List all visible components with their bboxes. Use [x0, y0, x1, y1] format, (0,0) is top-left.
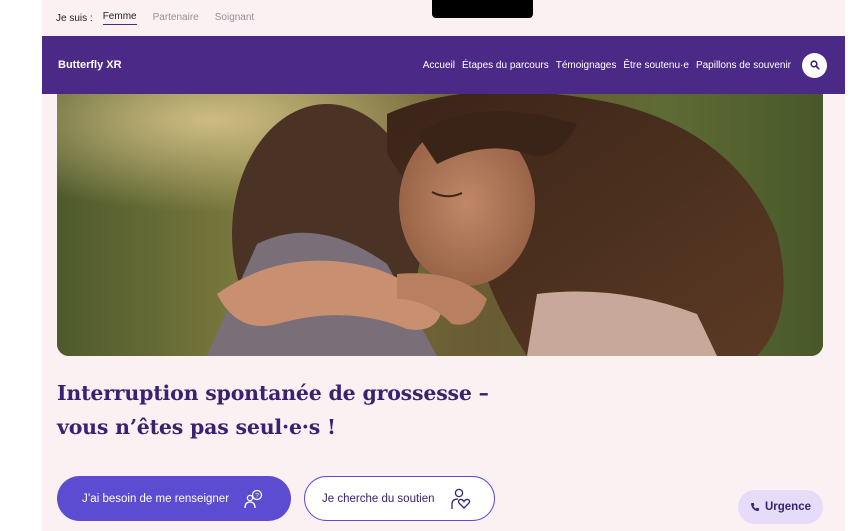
nav-item-temoignages[interactable]: Témoignages — [556, 60, 617, 71]
brand-logo[interactable]: Butterfly XR — [58, 59, 122, 71]
search-button[interactable] — [802, 52, 827, 78]
support-button[interactable]: Je cherche du soutien — [304, 476, 495, 521]
support-button-label: Je cherche du soutien — [322, 492, 435, 505]
hero-photo — [57, 94, 823, 356]
hero-image — [57, 94, 823, 356]
camera-notch — [432, 0, 533, 18]
inform-button-label: J’ai besoin de me renseigner — [82, 492, 230, 505]
inform-button[interactable]: J’ai besoin de me renseigner ? — [57, 476, 291, 521]
nav-menu: Accueil Étapes du parcours Témoignages Ê… — [416, 52, 827, 78]
persona-label: Je suis : — [56, 12, 93, 24]
nav-item-etapes[interactable]: Étapes du parcours — [462, 60, 549, 71]
main-nav: Butterfly XR Accueil Étapes du parcours … — [42, 36, 845, 94]
question-people-icon: ? — [243, 489, 265, 509]
page-title: Interruption spontanée de grossesse – vo… — [57, 376, 617, 444]
page: Je suis : Femme Partenaire Soignant Butt… — [42, 0, 845, 531]
search-icon — [809, 60, 820, 70]
title-line-1: Interruption spontanée de grossesse – — [57, 381, 489, 405]
nav-item-soutien[interactable]: Être soutenu·e — [623, 60, 689, 71]
urgent-button[interactable]: Urgence — [738, 490, 823, 524]
nav-item-accueil[interactable]: Accueil — [423, 60, 455, 71]
phone-icon — [750, 502, 760, 512]
title-line-2: vous n’êtes pas seul·e·s ! — [57, 415, 336, 439]
persona-partenaire[interactable]: Partenaire — [153, 12, 199, 25]
urgent-button-label: Urgence — [764, 501, 812, 513]
svg-text:?: ? — [255, 492, 259, 499]
persona-femme[interactable]: Femme — [102, 11, 137, 25]
heart-person-icon — [449, 488, 473, 510]
persona-soignant[interactable]: Soignant — [215, 12, 254, 25]
nav-item-papillons[interactable]: Papillons de souvenir — [696, 60, 791, 71]
